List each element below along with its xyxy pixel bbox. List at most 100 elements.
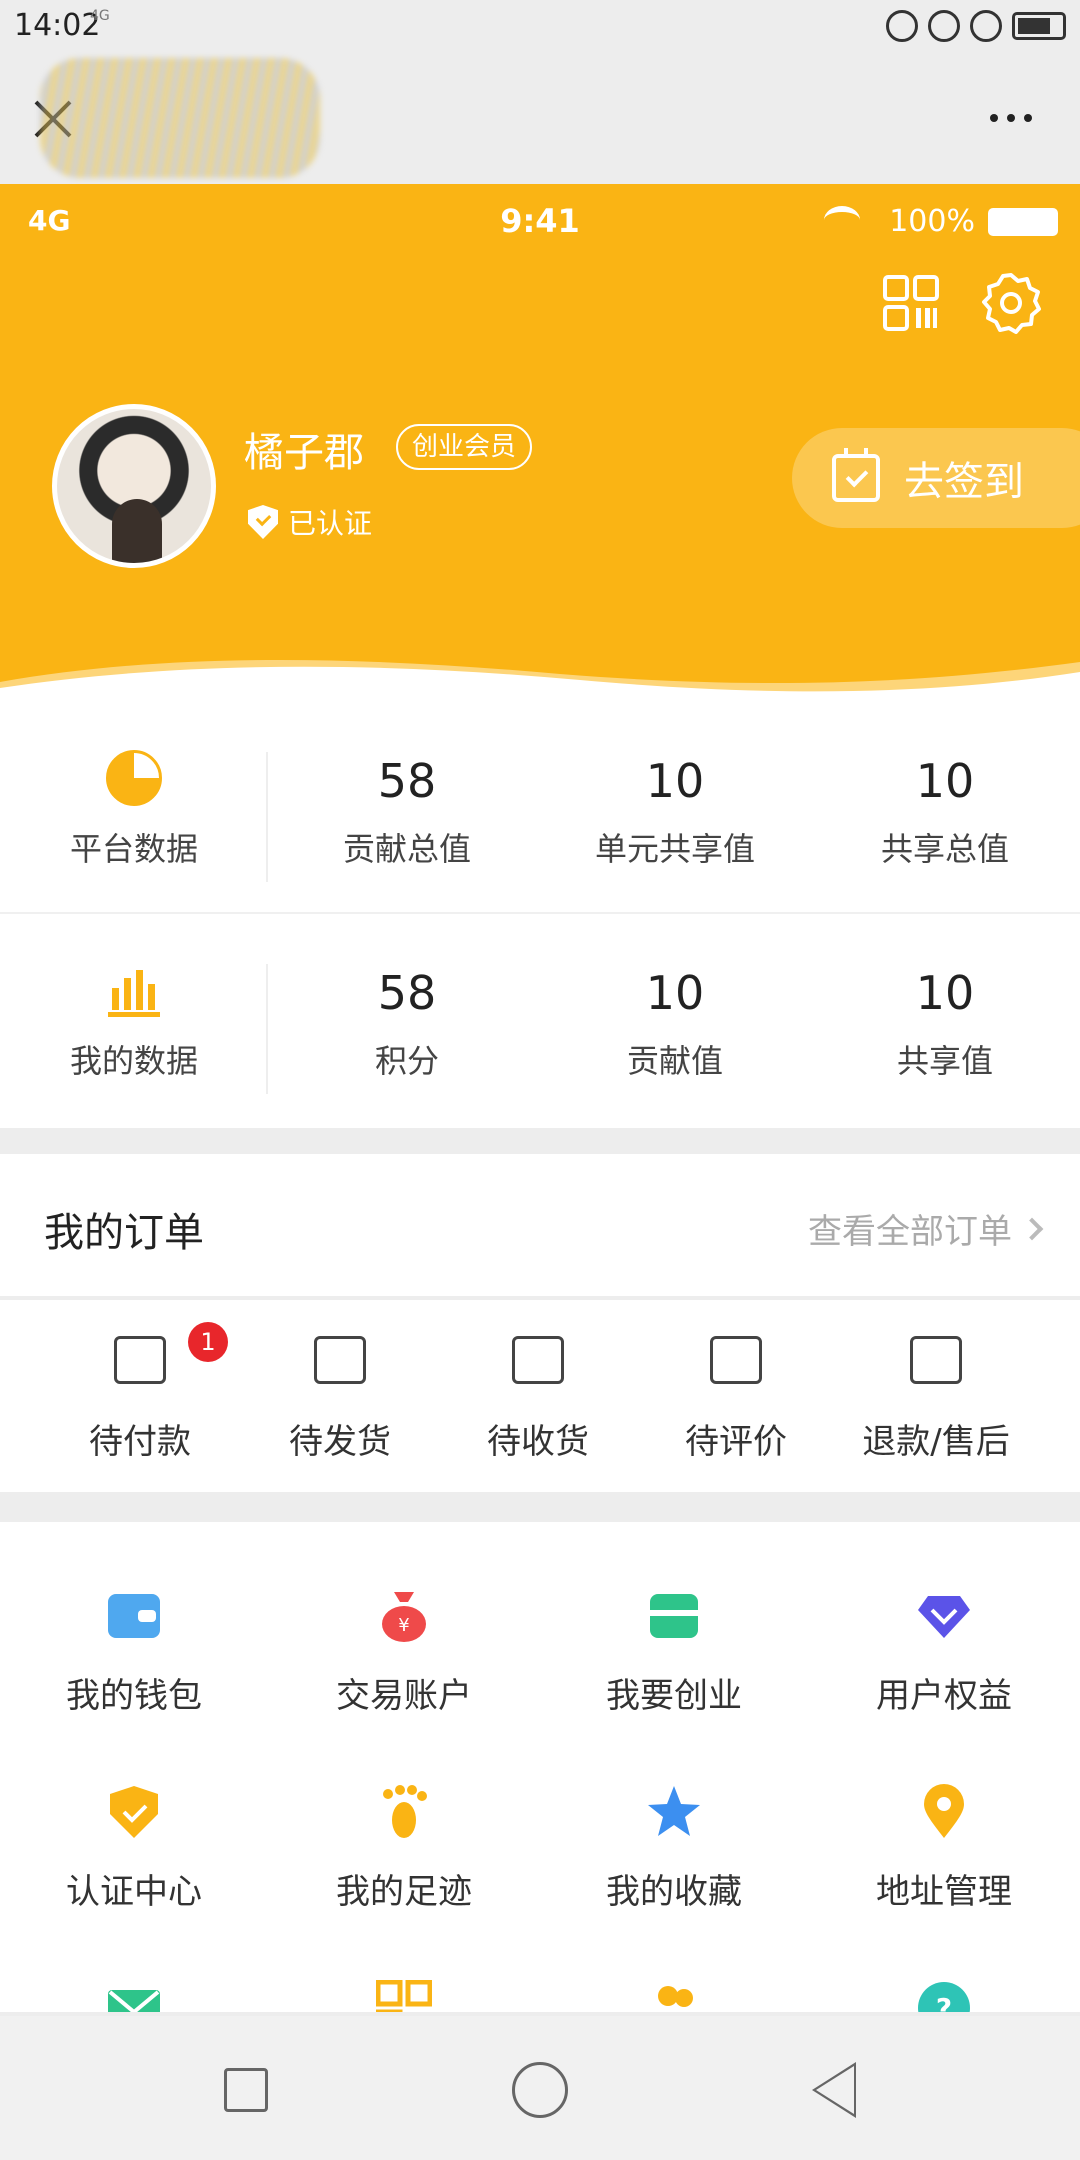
tool-footprint[interactable]: 我的足迹 [270, 1718, 538, 1914]
signin-button[interactable]: 去签到 [792, 428, 1080, 528]
divider [0, 912, 1080, 914]
tool-label: 用户权益 [876, 1676, 1012, 1716]
avatar[interactable] [52, 404, 216, 568]
divider [266, 752, 268, 882]
shield-icon [110, 1786, 158, 1838]
qrcode-icon[interactable] [882, 274, 940, 332]
mail-icon [108, 1990, 160, 2012]
view-all-orders-link[interactable]: 查看全部订单 [808, 1204, 1044, 1253]
verified-status: 已认证 [248, 502, 372, 542]
lock-rotation-icon [928, 10, 960, 42]
divider [266, 964, 268, 1094]
stat-value: 10 [645, 754, 705, 808]
header-wave [0, 660, 1080, 714]
order-status-row: 1 待付款 待发货 待收货 待评价 退款/售后 [0, 1300, 1080, 1492]
svg-text:¥: ¥ [398, 1615, 409, 1636]
system-status-bar: 14:02 4G [0, 0, 1080, 58]
bar-chart-icon [108, 970, 160, 1017]
pie-chart-icon [106, 750, 162, 806]
view-all-orders-label: 查看全部订单 [808, 1212, 1012, 1252]
tools-grid: 我的钱包 ¥ 交易账户 我要创业 用户权益 认证中心 我的足迹 我的收藏 地址管… [0, 1522, 1080, 2012]
stat-value: 10 [915, 966, 975, 1020]
tool-user-rights[interactable]: 用户权益 [810, 1522, 1078, 1718]
stat-label: 共享总值 [880, 830, 1009, 868]
verified-label: 已认证 [288, 507, 373, 540]
stat-label: 单元共享值 [594, 830, 755, 868]
alarm-icon [970, 10, 1002, 42]
tool-trade-account[interactable]: ¥ 交易账户 [270, 1522, 538, 1718]
badge-count: 1 [188, 1322, 228, 1362]
stat-label: 贡献总值 [342, 830, 471, 868]
order-label: 待发货 [289, 1422, 391, 1462]
order-pending-review[interactable]: 待评价 [636, 1300, 836, 1492]
order-label: 待评价 [685, 1422, 787, 1462]
orders-title: 我的订单 [44, 1210, 204, 1256]
inner-status-bar: 4G 9:41 100% [0, 194, 1080, 244]
battery-icon [1012, 12, 1066, 40]
orders-header: 我的订单 查看全部订单 [0, 1154, 1080, 1296]
tool-label: 认证中心 [66, 1872, 202, 1912]
platform-data-title: 平台数据 [69, 830, 198, 868]
tool-help[interactable]: ? [810, 1914, 1078, 2012]
chevron-right-icon [1020, 1217, 1044, 1240]
platform-data-header: 平台数据 [0, 714, 268, 914]
my-data-row[interactable]: 我的数据 58 积分 10 贡献值 10 共享值 [0, 926, 1080, 1126]
refund-icon [910, 1336, 962, 1384]
stat-contribution: 10 贡献值 [540, 926, 810, 1126]
stat-label: 贡献值 [626, 1042, 723, 1080]
tool-address[interactable]: 地址管理 [810, 1718, 1078, 1914]
stat-value: 58 [377, 966, 437, 1020]
more-options-icon[interactable] [986, 108, 1036, 128]
settings-icon[interactable] [980, 272, 1042, 334]
tool-label: 交易账户 [336, 1676, 472, 1716]
system-time: 14:02 [14, 8, 101, 43]
wallet-icon [108, 1594, 160, 1638]
profile-header: 4G 9:41 100% 橘子郡 创业会员 已认证 去签到 [0, 184, 1080, 714]
tool-users[interactable] [540, 1914, 808, 2012]
shop-icon [650, 1594, 698, 1638]
tool-qrcode[interactable] [270, 1914, 538, 2012]
wifi-icon [824, 206, 860, 234]
tool-verification-center[interactable]: 认证中心 [0, 1718, 268, 1914]
diamond-icon [918, 1596, 970, 1638]
signin-label: 去签到 [904, 459, 1024, 505]
footprint-icon [383, 1785, 427, 1838]
tool-start-business[interactable]: 我要创业 [540, 1522, 808, 1718]
order-label: 待付款 [89, 1422, 191, 1462]
users-icon [658, 1986, 693, 2007]
svg-text:?: ? [936, 1992, 952, 2012]
stat-label: 共享值 [896, 1042, 993, 1080]
home-button[interactable] [512, 2062, 568, 2118]
back-button[interactable] [812, 2062, 856, 2118]
stat-value: 10 [915, 754, 975, 808]
tool-label: 我要创业 [606, 1676, 742, 1716]
box-icon [314, 1336, 366, 1384]
system-network: 4G [90, 8, 110, 24]
location-icon [924, 1784, 964, 1838]
system-status-icons [886, 10, 1066, 42]
order-label: 退款/售后 [862, 1422, 1010, 1462]
tool-wallet[interactable]: 我的钱包 [0, 1522, 268, 1718]
wallet-icon [114, 1336, 166, 1384]
order-refund[interactable]: 退款/售后 [836, 1300, 1036, 1492]
webview-nav-bar [0, 58, 1080, 184]
my-data-header: 我的数据 [0, 926, 268, 1126]
tool-favorites[interactable]: 我的收藏 [540, 1718, 808, 1914]
order-pending-receipt[interactable]: 待收货 [438, 1300, 638, 1492]
stat-value: 58 [377, 754, 437, 808]
stat-unit-share: 10 单元共享值 [540, 714, 810, 914]
stat-points: 58 积分 [272, 926, 542, 1126]
tool-label: 地址管理 [876, 1872, 1012, 1912]
member-badge: 创业会员 [396, 424, 533, 470]
recent-apps-button[interactable] [224, 2068, 268, 2112]
stat-label: 积分 [374, 1042, 439, 1080]
stat-value: 10 [645, 966, 705, 1020]
platform-data-row[interactable]: 平台数据 58 贡献总值 10 单元共享值 10 共享总值 [0, 714, 1080, 914]
battery-icon [988, 208, 1058, 236]
tool-mail[interactable] [0, 1914, 268, 2012]
help-icon: ? [918, 1982, 970, 2012]
order-pending-payment[interactable]: 1 待付款 [40, 1300, 240, 1492]
order-pending-shipment[interactable]: 待发货 [240, 1300, 440, 1492]
money-bag-icon: ¥ [382, 1592, 426, 1642]
truck-icon [512, 1336, 564, 1384]
